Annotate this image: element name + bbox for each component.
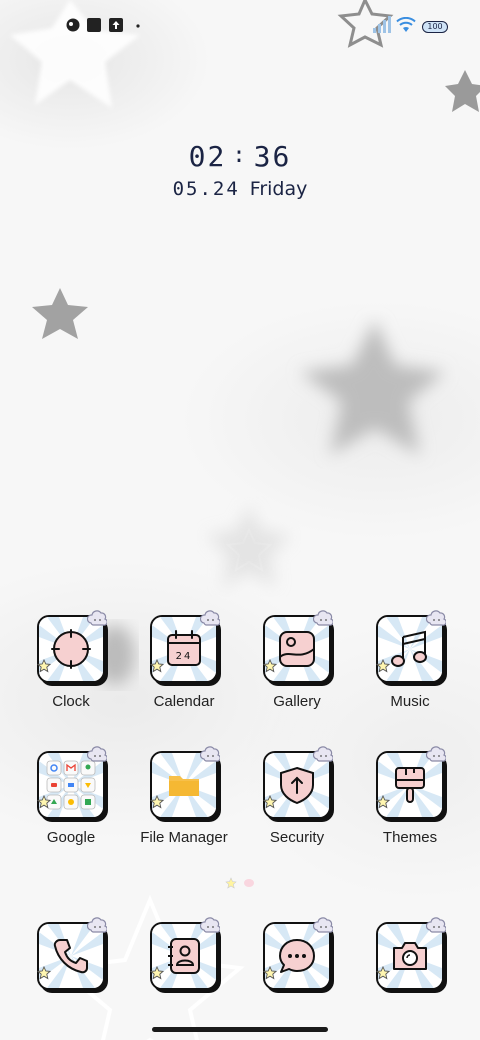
calendar-icon-date: 24 bbox=[176, 651, 193, 662]
wallpaper-star-icon bbox=[32, 288, 88, 339]
star-badge-icon bbox=[263, 966, 277, 979]
app-label: Music bbox=[390, 693, 430, 710]
star-badge-icon bbox=[376, 795, 390, 808]
dock-contacts[interactable] bbox=[128, 917, 240, 990]
star-badge-icon bbox=[376, 659, 390, 672]
time-display: 02:36 bbox=[0, 140, 480, 173]
star-badge-icon bbox=[37, 966, 51, 979]
star-badge-icon bbox=[150, 659, 164, 672]
app-label: Google bbox=[46, 829, 96, 846]
cloud-badge-icon bbox=[200, 917, 220, 933]
app-google[interactable]: Google bbox=[15, 746, 127, 846]
battery-level: 100 bbox=[427, 22, 443, 31]
signal-icon bbox=[373, 16, 391, 33]
messages-icon bbox=[279, 939, 315, 973]
cloud-badge-icon bbox=[87, 746, 107, 762]
star-badge-icon bbox=[150, 795, 164, 808]
cloud-badge-icon bbox=[313, 610, 333, 626]
cloud-badge-icon bbox=[200, 610, 220, 626]
status-bar: 100 bbox=[0, 0, 480, 56]
time-colon: : bbox=[232, 143, 248, 168]
cloud-badge-icon bbox=[87, 610, 107, 626]
upload-icon bbox=[109, 18, 123, 32]
page-indicator-dot-icon bbox=[244, 879, 254, 887]
folder-icon bbox=[169, 776, 199, 796]
date-value: 05.24 bbox=[172, 178, 240, 200]
cloud-badge-icon bbox=[426, 917, 446, 933]
square-app-icon bbox=[87, 18, 101, 32]
app-gallery[interactable]: Gallery bbox=[241, 610, 353, 710]
cloud-badge-icon bbox=[313, 917, 333, 933]
cloud-badge-icon bbox=[426, 610, 446, 626]
app-label: Clock bbox=[52, 693, 90, 710]
star-badge-icon bbox=[376, 966, 390, 979]
app-music[interactable]: Music bbox=[354, 610, 466, 710]
star-badge-icon bbox=[263, 795, 277, 808]
app-label: File Manager bbox=[140, 829, 228, 846]
cloud-badge-icon bbox=[87, 917, 107, 933]
gallery-icon bbox=[279, 631, 315, 667]
brush-icon bbox=[395, 767, 425, 803]
cloud-badge-icon bbox=[313, 746, 333, 762]
cloud-badge-icon bbox=[200, 746, 220, 762]
dot-icon bbox=[136, 24, 140, 28]
wallpaper-star-icon bbox=[300, 320, 445, 455]
cloud-badge-icon bbox=[426, 746, 446, 762]
wallpaper-star-icon bbox=[445, 70, 480, 112]
time-hours: 02 bbox=[188, 140, 227, 173]
page-indicator-star-icon bbox=[225, 877, 237, 889]
star-badge-icon bbox=[37, 795, 51, 808]
battery-icon: 100 bbox=[422, 21, 448, 33]
phone-icon bbox=[53, 939, 88, 974]
weekday: Friday bbox=[249, 178, 308, 200]
star-badge-icon bbox=[263, 659, 277, 672]
dock-messages[interactable] bbox=[241, 917, 353, 990]
app-themes[interactable]: Themes bbox=[354, 746, 466, 846]
app-file-manager[interactable]: File Manager bbox=[128, 746, 240, 846]
dock-camera[interactable] bbox=[354, 917, 466, 990]
app-label: Themes bbox=[382, 829, 438, 846]
app-clock[interactable]: Clock bbox=[15, 610, 127, 710]
wifi-icon bbox=[396, 17, 416, 32]
google-folder-icon bbox=[46, 760, 96, 810]
app-security[interactable]: Security bbox=[241, 746, 353, 846]
app-label: Calendar bbox=[153, 693, 215, 710]
app-label: Gallery bbox=[273, 693, 321, 710]
shield-icon bbox=[280, 766, 314, 805]
contacts-icon bbox=[168, 938, 200, 974]
date-display: 05.24 Friday bbox=[0, 178, 480, 200]
dock-phone[interactable] bbox=[15, 917, 127, 990]
time-minutes: 36 bbox=[253, 140, 292, 173]
app-label: Security bbox=[269, 829, 325, 846]
camera-icon bbox=[393, 942, 427, 970]
clock-icon bbox=[51, 629, 91, 669]
notification-face-icon bbox=[66, 18, 80, 32]
star-badge-icon bbox=[37, 659, 51, 672]
gesture-nav-handle[interactable] bbox=[152, 1027, 328, 1032]
app-calendar[interactable]: 24 Calendar bbox=[128, 610, 240, 710]
calendar-icon: 24 bbox=[167, 630, 201, 666]
music-icon bbox=[391, 630, 427, 667]
star-badge-icon bbox=[150, 966, 164, 979]
page-indicator[interactable] bbox=[224, 876, 260, 890]
